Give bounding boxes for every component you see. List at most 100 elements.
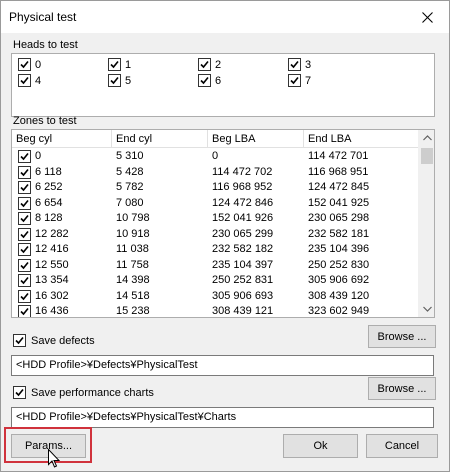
column-header-beg-cyl[interactable]: Beg cyl — [12, 130, 112, 148]
checkbox-checked-icon[interactable] — [18, 305, 31, 317]
table-cell: 152 041 926 — [212, 212, 274, 224]
chevron-up-icon — [422, 135, 432, 141]
browse-charts-button[interactable]: Browse ... — [368, 377, 436, 400]
charts-path-field[interactable]: <HDD Profile>¥Defects¥PhysicalTest¥Chart… — [11, 407, 434, 428]
table-cell: 232 582 181 — [308, 227, 370, 240]
head-checkbox-4[interactable]: 4 — [18, 74, 41, 87]
table-cell: 308 439 121 — [212, 305, 274, 317]
head-checkbox-label: 4 — [35, 74, 42, 87]
checkbox-checked-icon[interactable] — [18, 150, 31, 163]
table-cell: 0 — [212, 150, 219, 162]
save-charts-label: Save performance charts — [31, 386, 154, 399]
checkbox-checked-icon[interactable] — [18, 196, 31, 210]
table-cell: 16 302 — [35, 289, 69, 302]
table-cell: 230 065 298 — [308, 212, 370, 224]
table-row[interactable]: 8 128 10 798 152 041 926 230 065 298 — [12, 211, 420, 227]
table-cell: 235 104 397 — [212, 258, 274, 271]
checkbox-checked-icon[interactable] — [18, 212, 31, 225]
chevron-down-icon — [422, 306, 432, 312]
zone-checkbox-cell: 13 354 — [12, 273, 69, 288]
zone-checkbox-cell: 6 654 — [12, 196, 63, 211]
mouse-cursor-icon — [48, 449, 60, 468]
browse-defects-button[interactable]: Browse ... — [368, 325, 436, 348]
zone-checkbox-cell: 16 302 — [12, 289, 69, 304]
checkbox-checked-icon — [288, 74, 301, 87]
checkbox-checked-icon[interactable] — [18, 165, 31, 179]
table-cell: 14 518 — [116, 289, 150, 302]
heads-to-test-box: 0 1 2 3 4 5 6 7 — [11, 53, 435, 117]
checkbox-checked-icon[interactable] — [18, 274, 31, 287]
window-title: Physical test — [9, 10, 77, 24]
table-cell: 5 782 — [116, 181, 144, 193]
table-cell: 308 439 120 — [308, 289, 370, 302]
table-row[interactable]: 16 302 14 518 305 906 693 308 439 120 — [12, 289, 420, 305]
checkbox-checked-icon[interactable] — [18, 243, 31, 256]
head-checkbox-3[interactable]: 3 — [288, 58, 311, 71]
table-cell: 10 798 — [116, 212, 150, 224]
table-cell: 11 758 — [116, 258, 149, 271]
checkbox-checked-icon[interactable] — [18, 227, 31, 241]
table-row[interactable]: 16 436 15 238 308 439 121 323 602 949 — [12, 304, 420, 317]
zone-checkbox-cell: 12 282 — [12, 227, 69, 242]
zone-checkbox-cell: 16 436 — [12, 304, 69, 317]
zone-checkbox-cell: 12 550 — [12, 258, 69, 273]
head-checkbox-label: 0 — [35, 58, 42, 71]
table-cell: 114 472 702 — [212, 165, 273, 178]
table-cell: 114 472 701 — [308, 150, 369, 162]
table-row[interactable]: 6 118 5 428 114 472 702 116 968 951 — [12, 165, 420, 181]
table-row[interactable]: 12 282 10 918 230 065 299 232 582 181 — [12, 227, 420, 243]
table-cell: 0 — [35, 150, 42, 162]
close-button[interactable] — [405, 1, 449, 33]
table-cell: 250 252 831 — [212, 274, 274, 286]
head-checkbox-6[interactable]: 6 — [198, 74, 221, 87]
head-checkbox-0[interactable]: 0 — [18, 58, 41, 71]
scroll-up-button[interactable] — [419, 130, 434, 146]
defects-path-field[interactable]: <HDD Profile>¥Defects¥PhysicalTest — [11, 355, 434, 376]
table-row[interactable]: 6 654 7 080 124 472 846 152 041 925 — [12, 196, 420, 212]
column-header-end-cyl[interactable]: End cyl — [112, 130, 208, 148]
head-checkbox-label: 2 — [215, 58, 222, 71]
head-checkbox-label: 7 — [305, 74, 312, 87]
zone-checkbox-cell: 6 118 — [12, 165, 62, 180]
head-checkbox-1[interactable]: 1 — [108, 58, 131, 71]
head-checkbox-7[interactable]: 7 — [288, 74, 311, 87]
zones-grid[interactable]: Beg cyl End cyl Beg LBA End LBA 0 5 310 0 1… — [11, 129, 435, 318]
save-charts-checkbox[interactable]: Save performance charts — [13, 386, 154, 399]
table-cell: 323 602 949 — [308, 305, 370, 317]
head-checkbox-5[interactable]: 5 — [108, 74, 131, 87]
checkbox-checked-icon — [18, 58, 31, 71]
checkbox-checked-icon — [108, 58, 121, 71]
zone-checkbox-cell: 8 128 — [12, 211, 63, 226]
table-cell: 5 428 — [116, 165, 144, 178]
table-row[interactable]: 6 252 5 782 116 968 952 124 472 845 — [12, 180, 420, 196]
checkbox-checked-icon[interactable] — [18, 258, 31, 272]
checkbox-checked-icon[interactable] — [18, 181, 31, 194]
zones-grid-header: Beg cyl End cyl Beg LBA End LBA — [12, 130, 420, 148]
scroll-thumb[interactable] — [421, 148, 433, 164]
table-row[interactable]: 12 550 11 758 235 104 397 250 252 830 — [12, 258, 420, 274]
column-header-beg-lba[interactable]: Beg LBA — [208, 130, 304, 148]
vertical-scrollbar[interactable] — [418, 130, 434, 317]
cancel-button[interactable]: Cancel — [366, 434, 438, 458]
table-cell: 305 906 692 — [308, 274, 370, 286]
table-row[interactable]: 13 354 14 398 250 252 831 305 906 692 — [12, 273, 420, 289]
title-bar: Physical test — [1, 1, 449, 33]
checkbox-checked-icon — [18, 74, 31, 87]
ok-button[interactable]: Ok — [283, 434, 358, 458]
zone-checkbox-cell: 6 252 — [12, 180, 63, 195]
table-cell: 250 252 830 — [308, 258, 370, 271]
table-row[interactable]: 12 416 11 038 232 582 182 235 104 396 — [12, 242, 420, 258]
checkbox-checked-icon[interactable] — [18, 289, 31, 303]
head-checkbox-2[interactable]: 2 — [198, 58, 221, 71]
table-cell: 6 252 — [35, 181, 63, 193]
table-row[interactable]: 0 5 310 0 114 472 701 — [12, 149, 420, 165]
save-defects-checkbox[interactable]: Save defects — [13, 334, 95, 347]
head-checkbox-label: 5 — [125, 74, 132, 87]
table-cell: 12 416 — [35, 243, 69, 255]
column-header-end-lba[interactable]: End LBA — [304, 130, 420, 148]
scroll-down-button[interactable] — [419, 301, 434, 317]
table-cell: 14 398 — [116, 274, 150, 286]
table-cell: 15 238 — [116, 305, 150, 317]
table-cell: 230 065 299 — [212, 227, 274, 240]
head-checkbox-label: 6 — [215, 74, 222, 87]
